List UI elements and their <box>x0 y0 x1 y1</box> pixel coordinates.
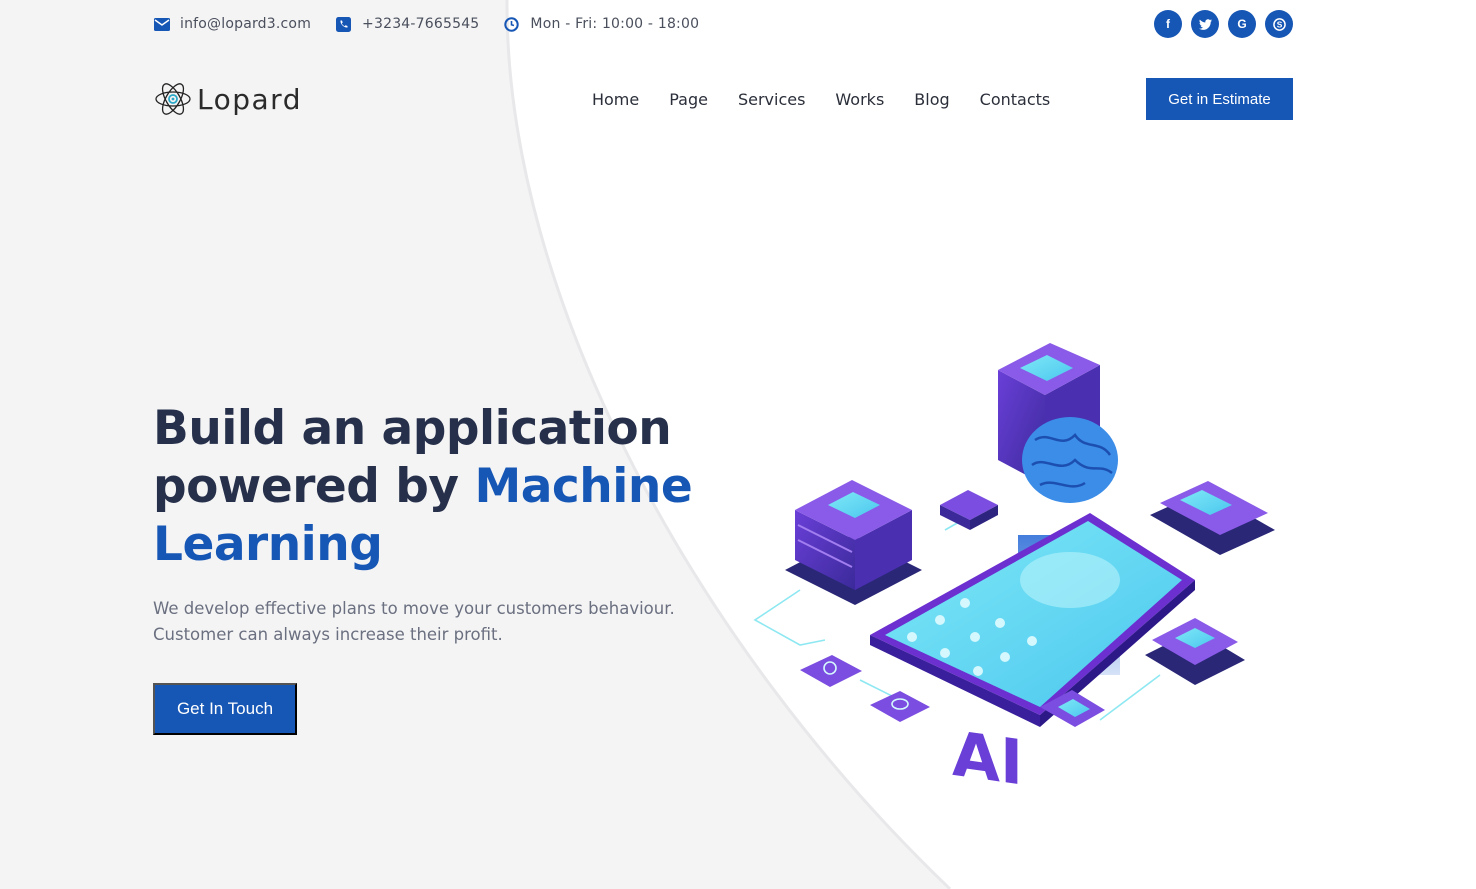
atom-logo-icon <box>155 83 191 115</box>
logo-text: Lopard <box>197 82 302 116</box>
hero-title-accent-machine: Machine <box>474 459 693 514</box>
nav-item-home[interactable]: Home <box>592 90 639 109</box>
email-text: info@lopard3.com <box>180 16 312 32</box>
server-right <box>1145 618 1245 685</box>
contact-hours: Mon - Fri: 10:00 - 18:00 <box>503 16 699 33</box>
get-estimate-button[interactable]: Get in Estimate <box>1146 78 1293 120</box>
get-in-touch-button[interactable]: Get In Touch <box>153 683 297 735</box>
twitter-icon[interactable] <box>1191 10 1219 38</box>
hero-title: Build an application powered by Machine … <box>153 400 713 574</box>
hero-description-line1: We develop effective plans to move your … <box>153 599 675 618</box>
social-links: f G S <box>1154 10 1293 38</box>
phone-icon <box>335 16 352 33</box>
nav-item-works[interactable]: Works <box>835 90 884 109</box>
envelope-icon <box>153 16 170 33</box>
ai-isometric-illustration: AI <box>753 343 1275 800</box>
hours-text: Mon - Fri: 10:00 - 18:00 <box>530 16 700 32</box>
skype-icon[interactable]: S <box>1265 10 1293 38</box>
svg-text:S: S <box>1276 19 1282 29</box>
hero-title-accent-learning: Learning <box>153 517 383 572</box>
brain-icon <box>1022 417 1118 503</box>
sim-card-device <box>1150 481 1275 555</box>
hero-title-line1: Build an application <box>153 401 672 456</box>
hero-title-line2: powered by <box>153 459 475 514</box>
power-chip <box>800 655 862 687</box>
ai-letters: AI <box>952 717 1023 800</box>
nav-item-blog[interactable]: Blog <box>914 90 949 109</box>
google-icon[interactable]: G <box>1228 10 1256 38</box>
site-header: Lopard Home Page Services Works Blog Con… <box>153 78 1293 120</box>
nav-item-services[interactable]: Services <box>738 90 805 109</box>
top-bar: info@lopard3.com +3234-7665545 Mon - Fri… <box>153 0 1293 48</box>
clock-icon <box>503 16 520 33</box>
phone-text: +3234-7665545 <box>362 16 480 32</box>
nav-item-contacts[interactable]: Contacts <box>980 90 1051 109</box>
hero-description: We develop effective plans to move your … <box>153 596 713 648</box>
circle-chip <box>870 691 930 722</box>
contact-phone[interactable]: +3234-7665545 <box>335 16 479 33</box>
main-nav: Home Page Services Works Blog Contacts <box>592 90 1050 109</box>
smartphone <box>870 513 1195 727</box>
logo[interactable]: Lopard <box>153 78 302 120</box>
hero-description-line2: Customer can always increase their profi… <box>153 625 503 644</box>
nav-item-page[interactable]: Page <box>669 90 708 109</box>
server-stack-left <box>785 480 922 605</box>
contact-email[interactable]: info@lopard3.com <box>153 16 311 33</box>
facebook-icon[interactable]: f <box>1154 10 1182 38</box>
